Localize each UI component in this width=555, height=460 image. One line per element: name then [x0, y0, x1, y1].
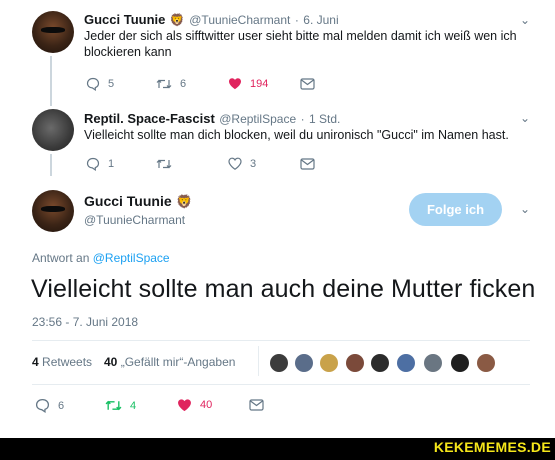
handle[interactable]: @ReptilSpace [219, 112, 296, 126]
retweet-icon [156, 157, 172, 171]
following-button[interactable]: Folge ich [409, 193, 502, 226]
liker-avatar[interactable] [371, 354, 389, 372]
message-icon [300, 78, 315, 90]
like-action[interactable]: 3 [228, 157, 256, 170]
thread-line [50, 154, 52, 176]
retweet-count: 6 [180, 78, 187, 90]
tweet-text: Vielleicht sollte man auch deine Mutter … [31, 275, 536, 303]
like-count: 40 [200, 399, 213, 411]
tweet-header: Gucci Tuunie 🦁 @TuunieCharmant · 6. Juni [84, 11, 339, 29]
message-action[interactable] [249, 399, 264, 411]
like-action[interactable]: 194 [228, 77, 268, 90]
likes-stats[interactable]: 40 „Gefällt mir“-Angaben [104, 355, 235, 369]
reply-icon [35, 398, 50, 413]
avatar[interactable] [32, 109, 74, 151]
liker-avatar[interactable] [346, 354, 364, 372]
message-action[interactable] [300, 158, 315, 170]
reply-to-link[interactable]: @ReptilSpace [93, 251, 170, 265]
liker-avatar[interactable] [295, 354, 313, 372]
lion-emoji: 🦁 [176, 194, 193, 209]
stats-separator [258, 346, 259, 376]
liker-avatar[interactable] [270, 354, 288, 372]
reply-icon [86, 77, 100, 91]
liker-avatar[interactable] [397, 354, 415, 372]
reply-to-prefix: Antwort an [32, 251, 90, 265]
heart-icon [228, 77, 242, 90]
reply-action[interactable]: 1 [86, 157, 114, 171]
likes-label: „Gefällt mir“-Angaben [120, 355, 236, 369]
separator: · [294, 13, 299, 27]
retweet-action[interactable] [156, 157, 180, 171]
retweets-count: 4 [32, 355, 39, 369]
reply-action[interactable]: 6 [35, 398, 64, 413]
separator: · [300, 112, 305, 126]
like-count: 3 [250, 157, 257, 170]
lion-emoji: 🦁 [169, 13, 185, 27]
message-icon [300, 158, 315, 170]
display-name[interactable]: Gucci Tuunie [84, 12, 165, 27]
avatar[interactable] [32, 11, 74, 53]
liker-avatar[interactable] [477, 354, 495, 372]
like-count: 194 [250, 77, 269, 90]
tweet-header: Reptil. Space-Fascist @ReptilSpace · 1 S… [84, 110, 340, 128]
chevron-down-icon[interactable]: ⌄ [520, 202, 530, 216]
divider [32, 384, 530, 385]
retweet-stats[interactable]: 4 Retweets [32, 355, 92, 369]
retweet-icon [156, 77, 172, 91]
retweets-label: Retweets [42, 355, 93, 369]
liker-avatar[interactable] [424, 354, 442, 372]
reply-action[interactable]: 5 [86, 77, 114, 91]
liker-avatar[interactable] [320, 354, 338, 372]
reply-count: 6 [58, 399, 65, 412]
retweet-icon [105, 398, 122, 413]
date[interactable]: 1 Std. [309, 112, 340, 126]
message-action[interactable] [300, 78, 315, 90]
date[interactable]: 6. Juni [303, 13, 338, 27]
reply-icon [86, 157, 100, 171]
watermark: KEKEMEMES.DE [433, 439, 551, 455]
divider [32, 340, 530, 341]
likes-count: 40 [104, 355, 118, 369]
author-name-row: Gucci Tuunie 🦁 [84, 193, 192, 211]
tweet-text: Jeder der sich als sifftwitter user sieh… [84, 29, 517, 59]
retweet-action[interactable]: 4 [105, 398, 136, 413]
tweet-text: Vielleicht sollte man dich blocken, weil… [84, 128, 509, 142]
reply-count: 5 [108, 78, 115, 90]
reply-count: 1 [108, 158, 115, 170]
heart-icon [228, 157, 242, 170]
handle[interactable]: @TuunieCharmant [84, 213, 185, 227]
chevron-down-icon[interactable]: ⌄ [520, 13, 530, 27]
retweet-count: 4 [130, 399, 137, 412]
thread-line [50, 56, 52, 106]
liker-avatar[interactable] [451, 354, 469, 372]
handle[interactable]: @TuunieCharmant [189, 13, 290, 27]
heart-icon [177, 398, 192, 412]
reply-to-line: Antwort an @ReptilSpace [32, 251, 170, 265]
avatar[interactable] [32, 190, 74, 232]
display-name[interactable]: Gucci Tuunie [84, 193, 172, 209]
like-action[interactable]: 40 [177, 398, 212, 412]
message-icon [249, 399, 264, 411]
timestamp[interactable]: 23:56 - 7. Juni 2018 [32, 315, 138, 329]
retweet-action[interactable]: 6 [156, 77, 186, 91]
chevron-down-icon[interactable]: ⌄ [520, 111, 530, 125]
display-name[interactable]: Reptil. Space-Fascist [84, 111, 215, 126]
